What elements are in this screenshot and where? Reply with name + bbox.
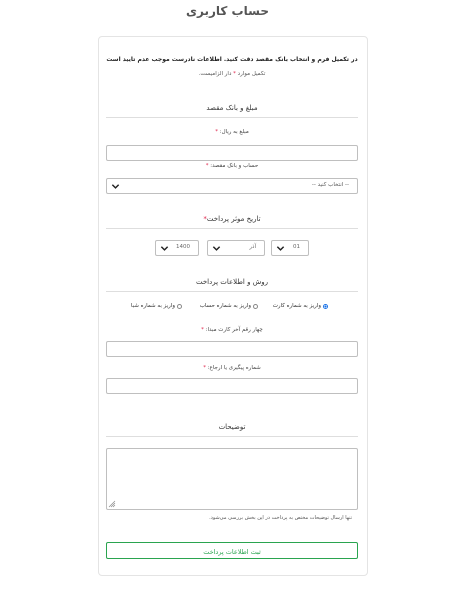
submit-payment-button[interactable]: ثبت اطلاعات پرداخت (106, 542, 358, 559)
day-select-value: 01 (293, 244, 300, 250)
chevron-down-icon (212, 246, 221, 251)
required-star: * (233, 71, 236, 77)
year-select[interactable]: 1400 (155, 240, 199, 256)
chevron-down-icon (160, 246, 169, 251)
section-divider (106, 436, 358, 437)
chevron-down-icon (276, 246, 285, 251)
required-star: * (201, 327, 204, 333)
radio-label: واریز به شماره کارت (272, 303, 321, 309)
section-divider (106, 228, 358, 229)
payment-method-radios: واریز به شماره کارت واریز به شماره حساب … (106, 303, 358, 313)
notice-line-2: تکمیل موارد * دار الزامیست. (104, 71, 360, 77)
radio-dot[interactable] (177, 303, 182, 309)
radio-card-number[interactable]: واریز به شماره کارت (273, 303, 328, 309)
bank-select-value: -- انتخاب کنید -- (311, 182, 349, 188)
notes-textarea[interactable] (106, 448, 358, 510)
radio-label: واریز به شماره شبا (130, 303, 175, 309)
page-title: حساب کاربری (186, 4, 269, 18)
notice-line-2-suffix: تکمیل موارد (237, 71, 266, 77)
section-divider (106, 117, 358, 118)
year-select-value: 1400 (176, 244, 190, 250)
section-title-payment: روش و اطلاعات پرداخت (195, 278, 269, 286)
required-star: * (205, 163, 209, 169)
bank-label-text: حساب و بانک مقصد: (210, 163, 259, 169)
card-digits-label-text: چهار رقم آخر کارت مبدا: (205, 327, 263, 333)
notice-line-2-rest: دار الزامیست. (198, 71, 232, 77)
section-title-date: تاریخ موثر پرداخت* (106, 215, 358, 223)
chevron-down-icon (111, 184, 120, 189)
tracking-label-text: شماره پیگیری یا ارجاع: (207, 365, 261, 371)
section-title-amount: مبلغ و بانک مقصد (206, 104, 258, 112)
resize-grip-icon[interactable] (108, 500, 116, 508)
section-title-notes: توضیحات (218, 423, 246, 431)
month-select-value: آذر (249, 244, 256, 250)
bank-select[interactable]: -- انتخاب کنید -- (106, 178, 358, 194)
radio-dot[interactable] (253, 303, 258, 309)
card-digits-input[interactable] (106, 341, 358, 357)
section-title-date-text: تاریخ موثر پرداخت (206, 215, 261, 223)
amount-label-text: مبلغ به ریال: (219, 129, 249, 135)
day-select[interactable]: 01 (271, 240, 309, 256)
month-select[interactable]: آذر (207, 240, 265, 256)
radio-account-number[interactable]: واریز به شماره حساب (200, 303, 258, 309)
radio-sheba-number[interactable]: واریز به شماره شبا (131, 303, 182, 309)
tracking-label: شماره پیگیری یا ارجاع: * (106, 365, 358, 371)
card-digits-label: چهار رقم آخر کارت مبدا: * (106, 327, 358, 333)
notice-line-1: در تکمیل فرم و انتخاب بانک مقصد دقت کنید… (106, 56, 358, 63)
required-star: * (203, 365, 206, 371)
notes-hint: تنها ارسال توضیحات مختص به پرداخت در این… (209, 515, 352, 521)
amount-label: مبلغ به ریال: * (106, 129, 358, 135)
amount-input[interactable] (106, 145, 358, 161)
tracking-input[interactable] (106, 378, 358, 394)
radio-label: واریز به شماره حساب (199, 303, 251, 309)
required-star: * (215, 129, 218, 135)
radio-dot-checked[interactable] (323, 303, 328, 309)
bank-label: حساب و بانک مقصد: * (106, 163, 358, 169)
section-divider (106, 291, 358, 292)
